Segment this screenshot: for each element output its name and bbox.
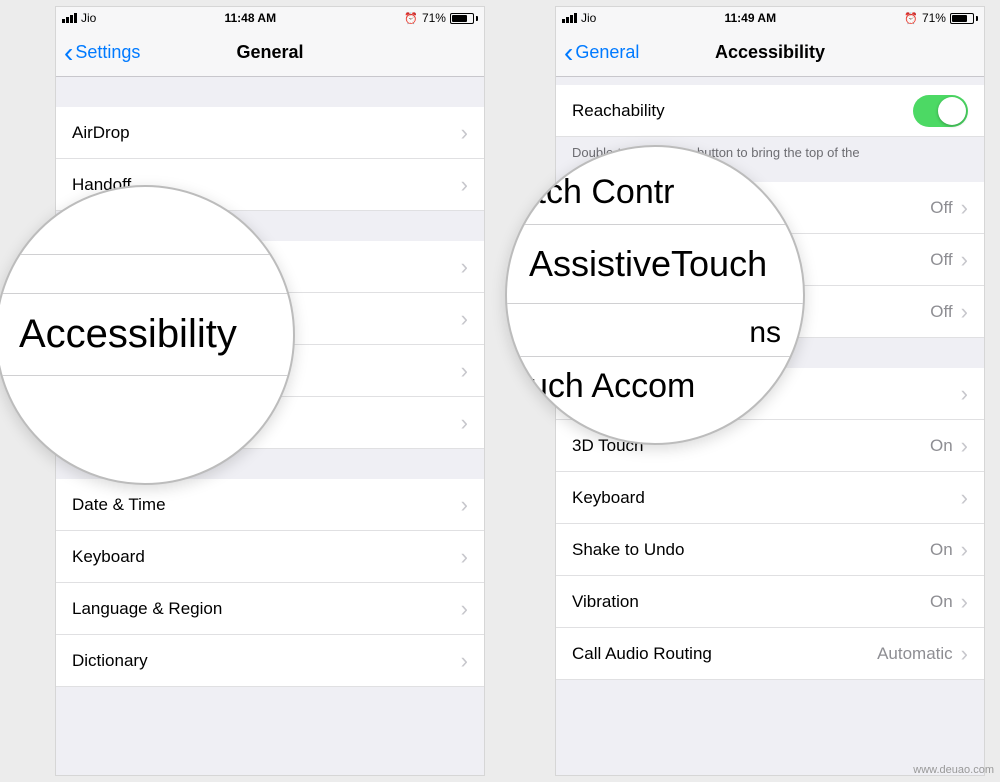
chevron-right-icon: › — [961, 247, 968, 273]
back-label: General — [575, 42, 639, 63]
clock-label: 11:48 AM — [225, 11, 277, 25]
cell-date-time[interactable]: Date & Time › — [56, 479, 484, 531]
status-left: Jio — [62, 11, 96, 25]
chevron-right-icon: › — [961, 381, 968, 407]
chevron-right-icon: › — [461, 492, 468, 518]
chevron-right-icon: › — [961, 195, 968, 221]
battery-pct: 71% — [922, 11, 946, 25]
chevron-left-icon: ‹ — [64, 39, 73, 67]
status-bar: Jio 11:49 AM ⏰ 71% — [556, 7, 984, 29]
chevron-right-icon: › — [461, 648, 468, 674]
signal-icon — [562, 13, 577, 23]
battery-pct: 71% — [422, 11, 446, 25]
cell-shake-undo[interactable]: Shake to Undo On › — [556, 524, 984, 576]
reachability-toggle[interactable] — [913, 95, 968, 127]
cell-value: Off — [930, 250, 952, 270]
cell-label: Vibration — [572, 592, 639, 612]
cell-reachability[interactable]: Reachability — [556, 85, 984, 137]
cell-label: Date & Time — [72, 495, 166, 515]
zoom-main-label: AssistiveTouch — [507, 225, 803, 304]
zoom-lens-assistivetouch: itch Contr AssistiveTouch ns uch Accom — [505, 145, 805, 445]
chevron-right-icon: › — [961, 299, 968, 325]
cell-value: Off — [930, 198, 952, 218]
cell-label: Keyboard — [572, 488, 645, 508]
chevron-right-icon: › — [461, 306, 468, 332]
cell-airdrop[interactable]: AirDrop › — [56, 107, 484, 159]
status-bar: Jio 11:48 AM ⏰ 71% — [56, 7, 484, 29]
zoom-lens-accessibility: Accessibility — [0, 185, 295, 485]
zoom-main-label: Accessibility — [0, 294, 293, 376]
chevron-right-icon: › — [961, 433, 968, 459]
status-right: ⏰ 71% — [404, 11, 478, 25]
cell-value: On — [930, 436, 953, 456]
chevron-right-icon: › — [461, 544, 468, 570]
alarm-icon: ⏰ — [404, 12, 418, 25]
chevron-right-icon: › — [961, 589, 968, 615]
cell-label: Shake to Undo — [572, 540, 684, 560]
watermark: www.deuao.com — [913, 764, 994, 776]
alarm-icon: ⏰ — [904, 12, 918, 25]
back-button[interactable]: ‹ General — [556, 39, 639, 67]
zoom-mid-row: ns — [507, 304, 803, 357]
cell-label: Keyboard — [72, 547, 145, 567]
chevron-right-icon: › — [961, 485, 968, 511]
signal-icon — [62, 13, 77, 23]
chevron-right-icon: › — [461, 120, 468, 146]
cell-call-audio-routing[interactable]: Call Audio Routing Automatic › — [556, 628, 984, 680]
carrier-label: Jio — [581, 11, 596, 25]
chevron-right-icon: › — [961, 641, 968, 667]
back-button[interactable]: ‹ Settings — [56, 39, 140, 67]
section-gap — [556, 77, 984, 85]
cell-value: Off — [930, 302, 952, 322]
nav-bar: ‹ General Accessibility — [556, 29, 984, 77]
clock-label: 11:49 AM — [725, 11, 777, 25]
cell-language-region[interactable]: Language & Region › — [56, 583, 484, 635]
chevron-right-icon: › — [461, 254, 468, 280]
cell-value: On — [930, 592, 953, 612]
cell-label: Call Audio Routing — [572, 644, 712, 664]
status-right: ⏰ 71% — [904, 11, 978, 25]
chevron-right-icon: › — [461, 410, 468, 436]
cell-label: Dictionary — [72, 651, 148, 671]
nav-bar: ‹ Settings General — [56, 29, 484, 77]
cell-dictionary[interactable]: Dictionary › — [56, 635, 484, 687]
chevron-right-icon: › — [961, 537, 968, 563]
cell-label: Reachability — [572, 101, 665, 121]
cell-label: AirDrop — [72, 123, 130, 143]
carrier-label: Jio — [81, 11, 96, 25]
battery-icon — [450, 13, 478, 24]
cell-value: Automatic — [877, 644, 953, 664]
chevron-right-icon: › — [461, 596, 468, 622]
cell-vibration[interactable]: Vibration On › — [556, 576, 984, 628]
cell-label: Language & Region — [72, 599, 222, 619]
cell-keyboard[interactable]: Keyboard › — [556, 472, 984, 524]
chevron-left-icon: ‹ — [564, 39, 573, 67]
status-left: Jio — [562, 11, 596, 25]
section-gap — [56, 77, 484, 107]
chevron-right-icon: › — [461, 172, 468, 198]
chevron-right-icon: › — [461, 358, 468, 384]
back-label: Settings — [75, 42, 140, 63]
battery-icon — [950, 13, 978, 24]
cell-keyboard[interactable]: Keyboard › — [56, 531, 484, 583]
cell-value: On — [930, 540, 953, 560]
